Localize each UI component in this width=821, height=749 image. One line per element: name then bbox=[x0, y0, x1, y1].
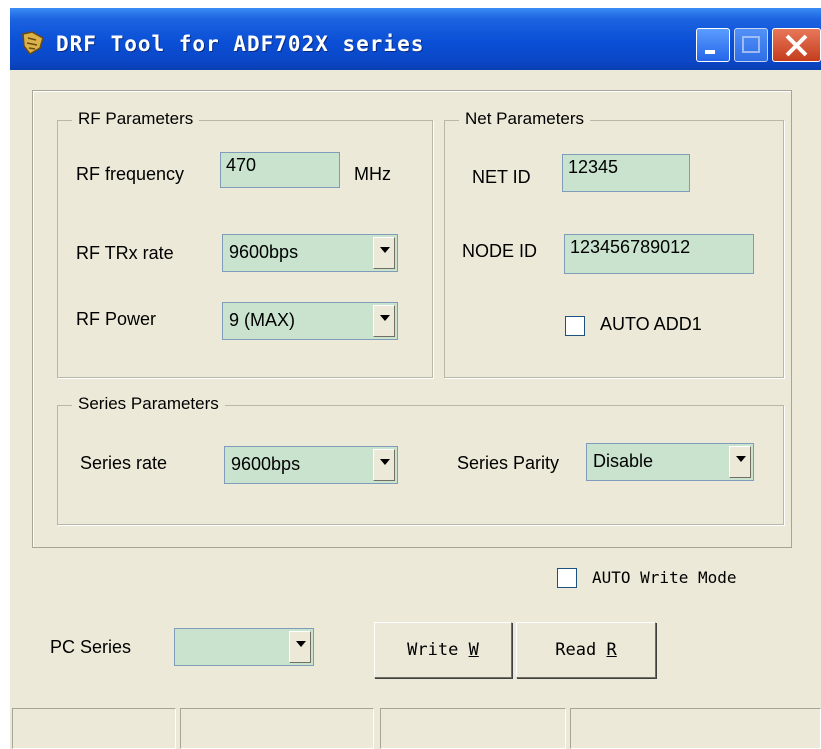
node-id-input[interactable]: 123456789012 bbox=[564, 234, 754, 274]
chevron-down-icon[interactable] bbox=[373, 237, 395, 269]
pc-series-select[interactable] bbox=[174, 628, 314, 666]
auto-write-mode-label: AUTO Write Mode bbox=[592, 568, 737, 587]
rf-power-label: RF Power bbox=[76, 309, 157, 329]
rf-trx-rate-select[interactable]: 9600bps bbox=[222, 234, 398, 272]
write-button[interactable]: Write W bbox=[374, 622, 512, 678]
rf-trx-rate-value: 9600bps bbox=[229, 242, 299, 262]
series-parity-label: Series Parity bbox=[457, 453, 560, 473]
pc-series-label: PC Series bbox=[50, 637, 132, 657]
rf-power-select[interactable]: 9 (MAX) bbox=[222, 302, 398, 340]
close-icon bbox=[785, 34, 808, 57]
chevron-down-icon[interactable] bbox=[289, 631, 311, 663]
net-parameters-title: Net Parameters bbox=[459, 109, 591, 129]
auto-add1-checkbox[interactable] bbox=[565, 316, 585, 336]
node-id-label: NODE ID bbox=[462, 241, 538, 261]
series-parity-select[interactable]: Disable bbox=[586, 443, 754, 481]
auto-add1-label: AUTO ADD1 bbox=[600, 314, 702, 334]
series-rate-select[interactable]: 9600bps bbox=[224, 446, 398, 484]
auto-write-mode-checkbox[interactable] bbox=[557, 568, 577, 588]
series-parameters-title: Series Parameters bbox=[72, 394, 225, 414]
net-id-input[interactable]: 12345 bbox=[562, 154, 690, 192]
maximize-button[interactable] bbox=[734, 28, 768, 62]
close-button[interactable] bbox=[772, 28, 821, 62]
rf-frequency-label: RF frequency bbox=[76, 164, 185, 184]
series-rate-label: Series rate bbox=[80, 453, 168, 473]
minimize-icon bbox=[705, 50, 715, 54]
title-bar[interactable]: DRF Tool for ADF702X series bbox=[10, 8, 821, 70]
app-window: DRF Tool for ADF702X series RF Parameter… bbox=[10, 8, 821, 749]
series-rate-value: 9600bps bbox=[231, 454, 301, 474]
app-icon bbox=[22, 31, 44, 55]
status-panel-4 bbox=[570, 708, 821, 749]
write-button-label: Write W bbox=[407, 640, 479, 660]
chevron-down-icon[interactable] bbox=[373, 305, 395, 337]
net-id-label: NET ID bbox=[472, 167, 531, 187]
maximize-icon bbox=[742, 36, 760, 53]
status-panel-3 bbox=[380, 708, 566, 749]
rf-power-value: 9 (MAX) bbox=[229, 310, 296, 330]
status-panel-1 bbox=[12, 708, 176, 749]
read-button-label: Read R bbox=[555, 640, 617, 660]
chevron-down-icon[interactable] bbox=[373, 449, 395, 481]
minimize-button[interactable] bbox=[696, 28, 730, 62]
rf-frequency-input[interactable]: 470 bbox=[220, 152, 340, 188]
rf-frequency-unit: MHz bbox=[354, 164, 391, 184]
series-parity-value: Disable bbox=[593, 451, 654, 471]
status-panel-2 bbox=[180, 708, 374, 749]
chevron-down-icon[interactable] bbox=[729, 446, 751, 478]
read-button[interactable]: Read R bbox=[516, 622, 656, 678]
window-title: DRF Tool for ADF702X series bbox=[56, 32, 425, 56]
rf-parameters-title: RF Parameters bbox=[72, 109, 200, 129]
rf-trx-rate-label: RF TRx rate bbox=[76, 243, 174, 263]
